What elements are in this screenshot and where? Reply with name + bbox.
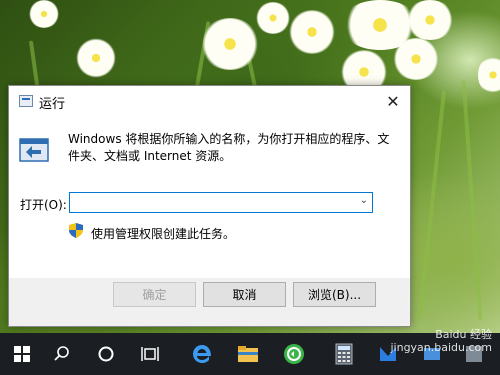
ok-button[interactable]: 确定 <box>113 282 196 307</box>
calculator-icon <box>335 343 353 365</box>
dialog-description: Windows 将根据你所输入的名称，为你打开相应的程序、文件夹、文档或 Int… <box>68 132 390 163</box>
chevron-down-icon[interactable]: ⌄ <box>360 195 368 206</box>
run-window-icon <box>19 138 49 162</box>
start-button[interactable] <box>0 333 44 375</box>
360-browser-button[interactable] <box>272 333 316 375</box>
calculator-button[interactable] <box>322 333 366 375</box>
dialog-title: 运行 <box>39 97 66 112</box>
shield-icon <box>69 223 83 238</box>
browse-button[interactable]: 浏览(B)... <box>293 282 376 307</box>
cancel-button[interactable]: 取消 <box>203 282 286 307</box>
watermark-url: jingyan.baidu.com <box>390 341 492 354</box>
watermark-logo: Baidu 经验 <box>435 328 492 341</box>
edge-browser-icon <box>193 345 211 363</box>
title-bar[interactable]: 运行 ✕ <box>9 86 410 117</box>
task-view-icon <box>141 347 159 361</box>
watermark: Baidu 经验 jingyan.baidu.com <box>390 328 492 354</box>
close-button[interactable]: ✕ <box>376 86 410 117</box>
dialog-content: Windows 将根据你所输入的名称，为你打开相应的程序、文件夹、文档或 Int… <box>9 117 410 278</box>
open-combobox[interactable]: ⌄ <box>69 192 373 213</box>
edge-button[interactable] <box>180 333 224 375</box>
admin-privilege-note: 使用管理权限创建此任务。 <box>91 227 236 241</box>
360-browser-icon <box>284 344 304 364</box>
task-view-button[interactable] <box>128 333 172 375</box>
folder-icon <box>238 346 258 362</box>
open-label: 打开(O): <box>20 198 67 212</box>
cortana-button[interactable] <box>84 333 128 375</box>
file-explorer-button[interactable] <box>226 333 270 375</box>
cortana-circle-icon <box>98 346 114 362</box>
search-button[interactable] <box>40 333 84 375</box>
search-icon <box>54 346 69 361</box>
windows-logo-icon <box>14 346 30 362</box>
run-app-icon <box>19 95 33 107</box>
